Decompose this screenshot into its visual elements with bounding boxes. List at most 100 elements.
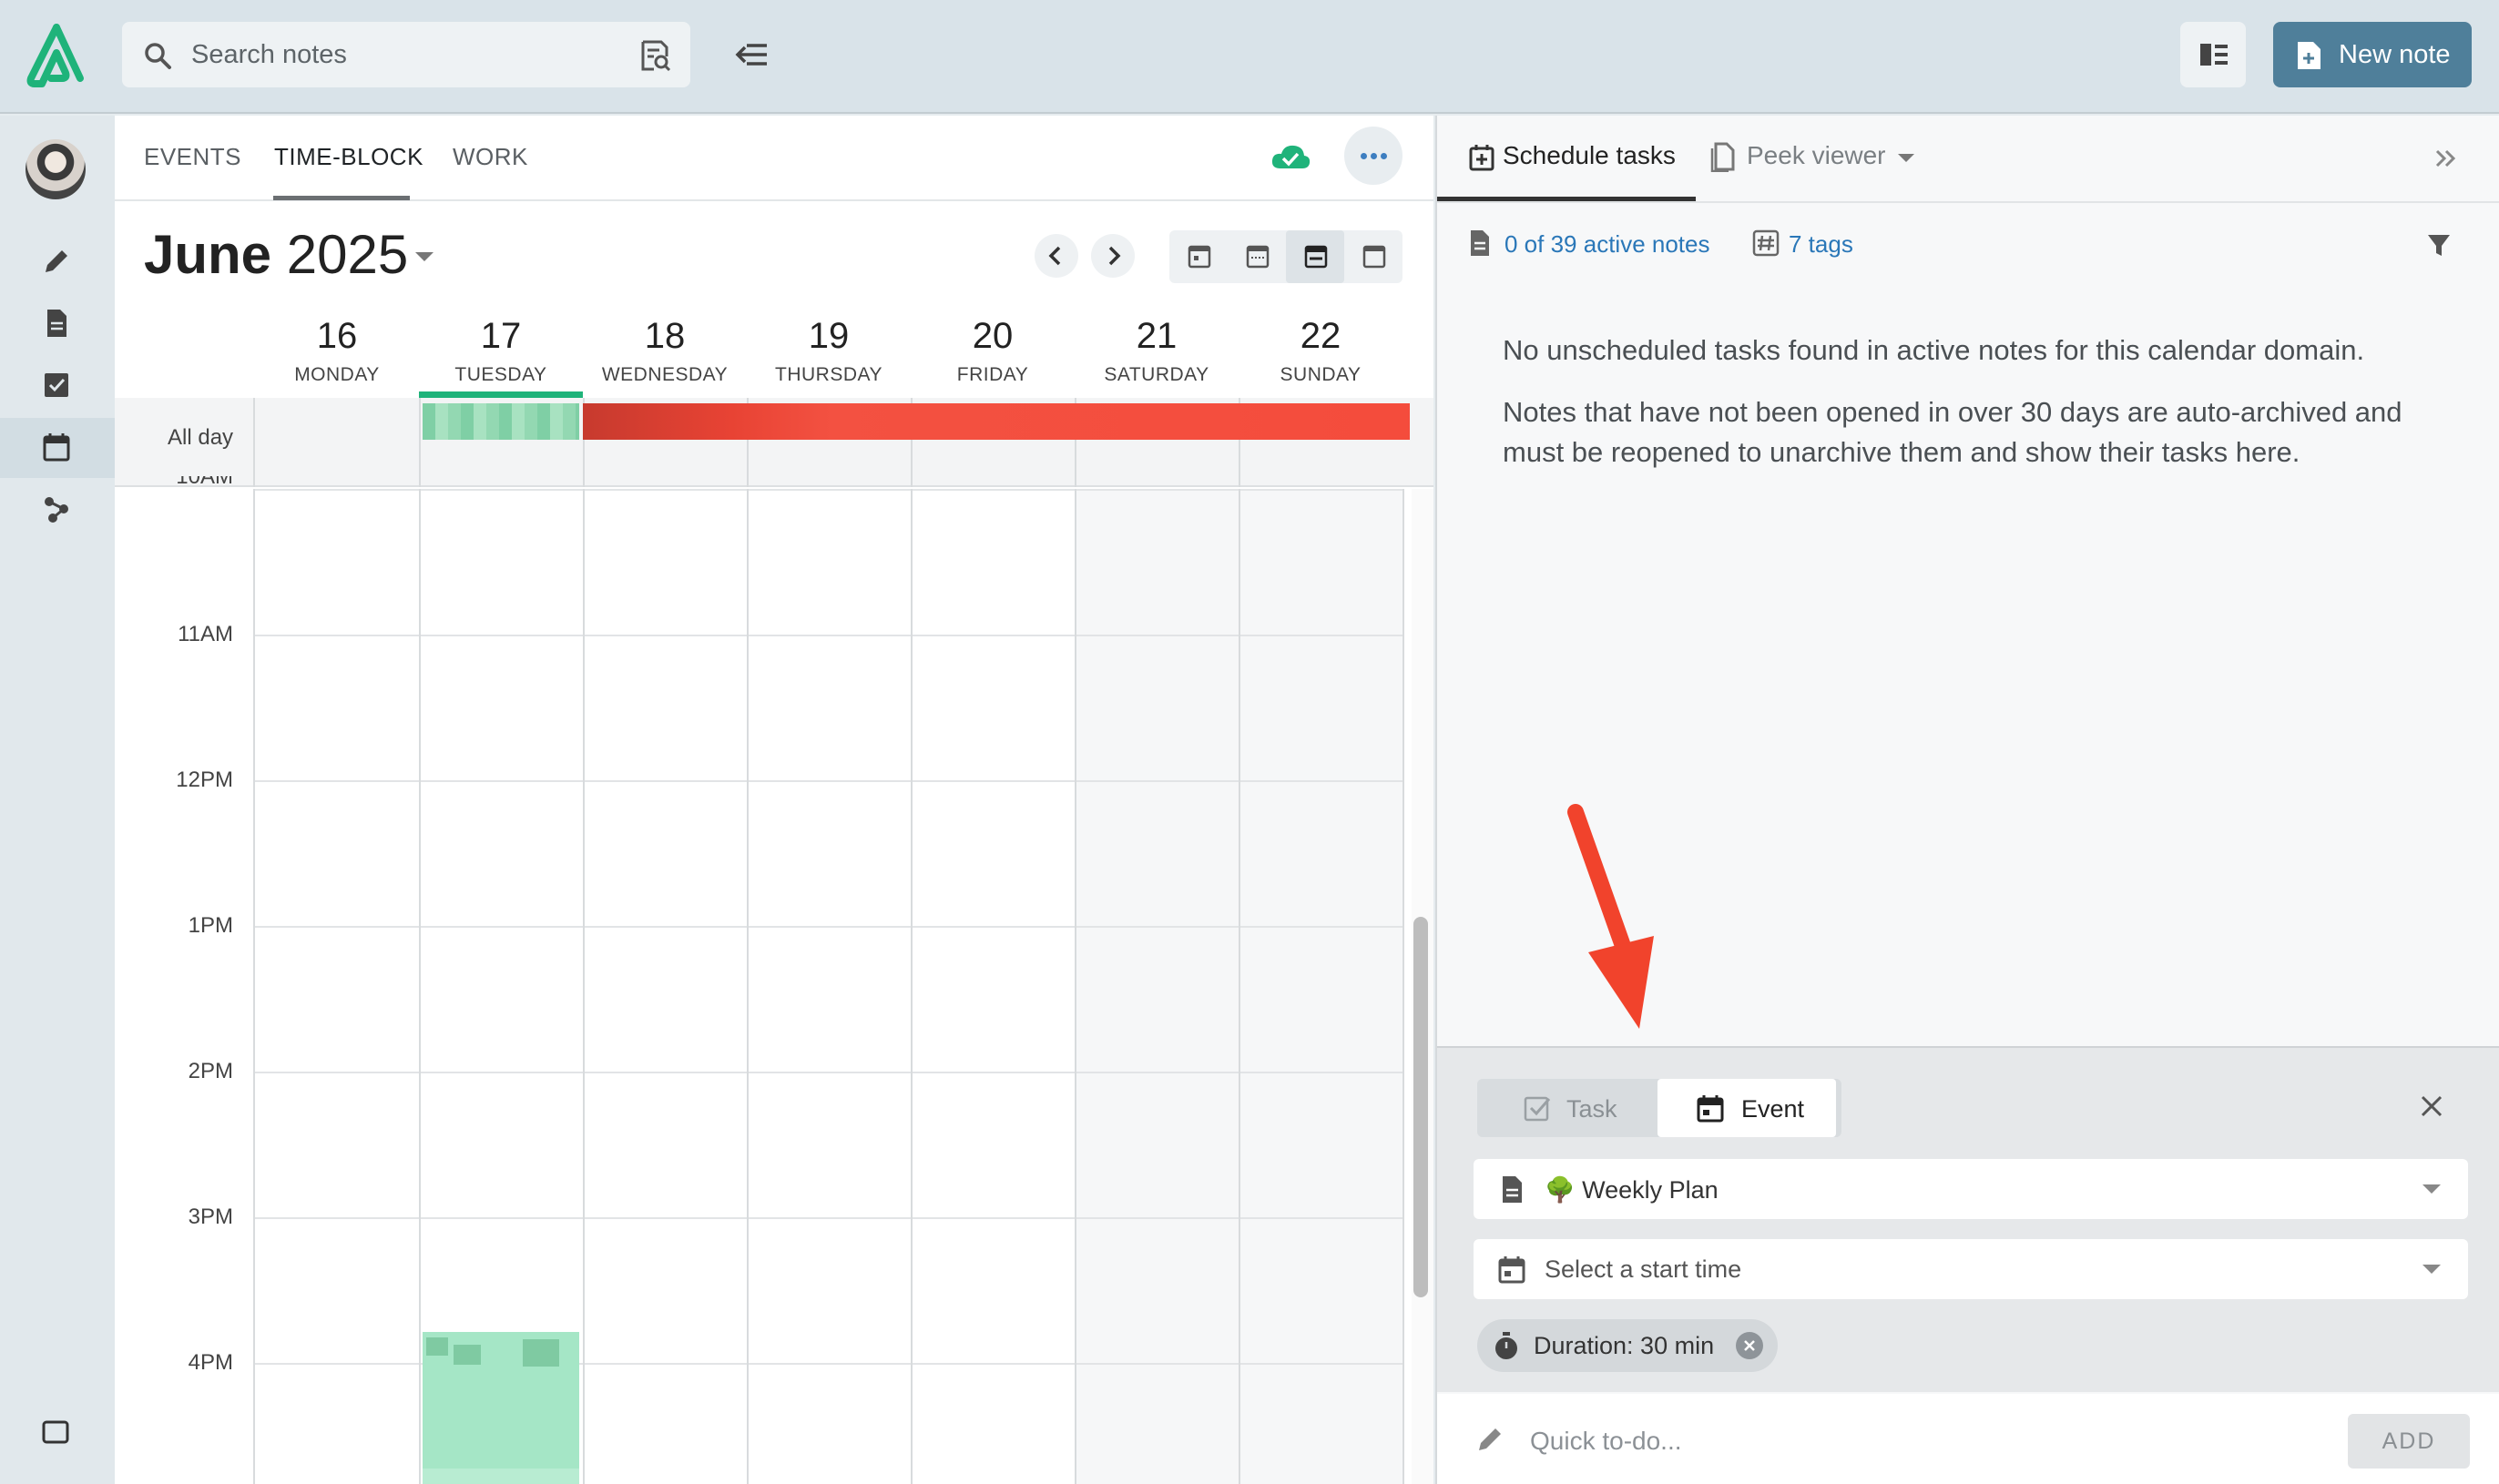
week-view-button[interactable]: [1286, 230, 1344, 283]
calendar-tabs: EVENTS TIME-BLOCK WORK: [115, 116, 1433, 201]
event-edge: [423, 1469, 579, 1484]
add-button[interactable]: ADD: [2348, 1414, 2470, 1469]
no-tasks-message: No unscheduled tasks found in active not…: [1503, 334, 2365, 366]
column-divider: [419, 398, 421, 487]
tabs-divider: [1437, 201, 2499, 203]
day-header-monday[interactable]: 16 MONDAY: [255, 316, 419, 386]
event-option-label: Event: [1741, 1095, 1805, 1123]
calendar-scrollbar-thumb[interactable]: [1413, 917, 1428, 1297]
column-divider: [1075, 489, 1076, 1484]
tab-work[interactable]: WORK: [453, 143, 528, 171]
day-name: TUESDAY: [454, 364, 547, 385]
tab-time-block[interactable]: TIME-BLOCK: [274, 143, 423, 171]
day-name: WEDNESDAY: [601, 364, 729, 385]
task-option[interactable]: Task: [1477, 1079, 1659, 1137]
three-day-view-button[interactable]: [1228, 230, 1286, 283]
calendar-range-icon: [1246, 245, 1270, 269]
event-text-blur: [523, 1339, 559, 1367]
calendar-pane: EVENTS TIME-BLOCK WORK June 2025 16 MOND…: [115, 116, 1433, 1484]
collapse-panel-icon[interactable]: [2430, 143, 2461, 174]
all-day-event-green[interactable]: [423, 403, 579, 440]
calendar-day-icon: [1188, 245, 1211, 269]
day-number: 21: [1136, 316, 1178, 356]
pencil-icon[interactable]: [40, 245, 73, 278]
collapse-sidebar-icon[interactable]: [729, 33, 772, 76]
quick-todo-input[interactable]: Quick to-do...: [1530, 1427, 1682, 1456]
column-divider: [1402, 489, 1404, 1484]
time-block-event[interactable]: [423, 1332, 579, 1484]
hour-label: 12PM: [176, 767, 233, 792]
active-notes-link[interactable]: 0 of 39 active notes: [1504, 230, 1709, 259]
month-title[interactable]: June 2025: [144, 223, 408, 286]
event-option[interactable]: Event: [1658, 1079, 1836, 1137]
layout-toggle-button[interactable]: [2180, 22, 2246, 87]
hour-line: [253, 926, 1402, 928]
day-view-button[interactable]: [1169, 230, 1228, 283]
calendar-month-icon: [1362, 245, 1386, 269]
note-document-icon: [1503, 1176, 1522, 1203]
close-small-icon: [1744, 1340, 1755, 1351]
calendar-event-icon: [1498, 1256, 1525, 1284]
search-bar[interactable]: Search notes: [122, 22, 690, 87]
day-header-thursday[interactable]: 19 THURSDAY: [747, 316, 911, 386]
tags-link[interactable]: 7 tags: [1789, 230, 1853, 259]
advanced-search-icon[interactable]: [638, 38, 672, 73]
all-day-event-red[interactable]: [583, 403, 1410, 440]
app-logo-icon[interactable]: [24, 22, 89, 91]
day-header-friday[interactable]: 20 FRIDAY: [911, 316, 1075, 386]
chevron-right-icon: [1108, 246, 1121, 266]
hour-line: [253, 1072, 1402, 1073]
day-name: FRIDAY: [956, 364, 1029, 385]
hour-line: [253, 635, 1402, 636]
tab-peek-viewer[interactable]: Peek viewer: [1747, 141, 1886, 170]
day-header-saturday[interactable]: 21 SATURDAY: [1075, 316, 1239, 386]
column-divider: [747, 489, 749, 1484]
pencil-icon: [1479, 1428, 1501, 1450]
calendar-plus-icon: [1469, 145, 1494, 171]
start-time-placeholder: Select a start time: [1545, 1255, 1742, 1283]
top-bar: Search notes New note: [0, 0, 2499, 114]
day-number: 17: [480, 316, 522, 356]
chevron-down-icon: [2422, 1265, 2441, 1274]
day-number: 22: [1300, 316, 1341, 356]
close-icon[interactable]: [2415, 1090, 2448, 1123]
tab-schedule-tasks[interactable]: Schedule tasks: [1503, 141, 1676, 170]
left-rail: [0, 116, 115, 1484]
calendar-icon[interactable]: [40, 431, 73, 463]
prev-week-button[interactable]: [1035, 234, 1078, 278]
start-time-select[interactable]: Select a start time: [1474, 1239, 2468, 1299]
search-input[interactable]: Search notes: [191, 40, 347, 70]
avatar[interactable]: [26, 139, 86, 199]
window-icon[interactable]: [42, 1420, 69, 1444]
hour-line: [253, 780, 1402, 782]
day-number: 19: [808, 316, 850, 356]
day-header-wednesday[interactable]: 18 WEDNESDAY: [583, 316, 747, 386]
archive-message-line-1: Notes that have not been opened in over …: [1503, 396, 2402, 428]
document-icon[interactable]: [40, 307, 73, 340]
peek-dropdown-caret-icon[interactable]: [1898, 154, 1914, 162]
month-dropdown-caret-icon[interactable]: [415, 252, 434, 261]
active-tab-indicator: [273, 196, 410, 200]
filter-icon[interactable]: [2424, 230, 2453, 259]
annotation-arrow-icon: [1567, 804, 1654, 1029]
right-panel: Schedule tasks Peek viewer 0 of 39 activ…: [1435, 116, 2499, 1484]
note-select[interactable]: 🌳 Weekly Plan: [1474, 1159, 2468, 1219]
hour-line: [253, 1217, 1402, 1219]
chevron-left-icon: [1048, 246, 1061, 266]
day-header-tuesday[interactable]: 17 TUESDAY: [419, 316, 583, 386]
more-options-button[interactable]: [1344, 127, 1402, 185]
remove-duration-button[interactable]: [1736, 1332, 1763, 1359]
column-divider: [1239, 489, 1240, 1484]
hour-label: 3PM: [188, 1204, 233, 1229]
next-week-button[interactable]: [1091, 234, 1135, 278]
day-number: 18: [644, 316, 686, 356]
duration-chip[interactable]: Duration: 30 min: [1477, 1319, 1778, 1372]
today-indicator: [419, 391, 583, 398]
month-view-button[interactable]: [1344, 230, 1402, 283]
tab-events[interactable]: EVENTS: [144, 143, 241, 171]
graph-icon[interactable]: [40, 493, 73, 525]
day-header-sunday[interactable]: 22 SUNDAY: [1239, 316, 1402, 386]
hour-label: 2PM: [188, 1059, 233, 1083]
checklist-icon[interactable]: [40, 369, 73, 401]
new-note-button[interactable]: New note: [2273, 22, 2472, 87]
